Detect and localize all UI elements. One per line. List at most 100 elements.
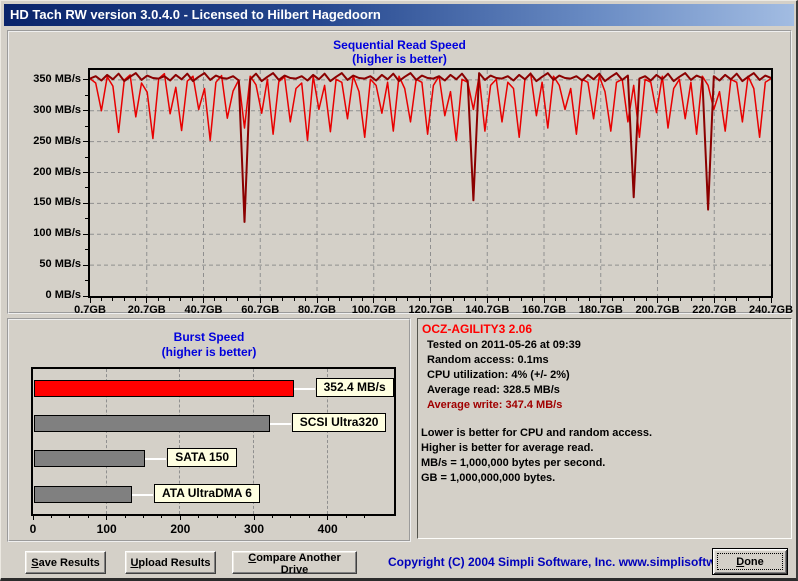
burst-x-tick [364,516,365,518]
burst-x-tick [272,516,273,518]
x-tick [680,298,681,301]
info-stat-line: Random access: 0.1ms [427,353,581,368]
y-tick-label: 50 MB/s [11,258,81,270]
x-tick [623,298,624,301]
x-tick-label: 80.7GB [287,304,347,316]
x-tick-label: 20.7GB [117,304,177,316]
bar-label-box: SATA 150 [167,448,237,467]
x-tick [759,298,760,301]
x-tick [271,298,272,301]
burst-x-tick [254,516,255,520]
bar-connector [132,494,153,496]
sequential-chart-subtitle: (higher is better) [9,52,790,66]
x-tick [407,298,408,301]
x-tick [146,298,147,303]
burst-bar-tested-drive [34,380,294,397]
y-tick [85,187,88,188]
window-title: HD Tach RW version 3.0.4.0 - Licensed to… [10,7,381,22]
x-tick [362,298,363,301]
drive-stats-list: Tested on 2011-05-26 at 09:39Random acce… [427,338,581,413]
burst-x-tick-label: 300 [234,522,274,536]
x-tick [464,298,465,301]
x-tick [180,298,181,301]
burst-x-tick-label: 0 [13,522,53,536]
x-tick-label: 160.7GB [514,304,574,316]
x-tick-label: 120.7GB [401,304,461,316]
burst-x-tick [106,516,107,520]
y-tick [85,249,88,250]
bar-label-box: 352.4 MB/s [316,378,394,397]
x-tick [668,298,669,301]
info-stat-line: Average read: 328.5 MB/s [427,383,581,398]
burst-bar-reference [34,486,132,503]
x-tick [385,298,386,301]
x-tick [736,298,737,301]
x-tick [328,298,329,301]
burst-x-tick [309,516,310,518]
y-tick [83,79,88,80]
copyright-text: Copyright (C) 2004 Simpli Software, Inc.… [388,555,762,569]
y-tick [83,203,88,204]
y-tick [83,141,88,142]
x-tick-label: 200.7GB [628,304,688,316]
x-tick [373,298,374,303]
upload-results-button[interactable]: Upload Results [125,551,216,574]
x-tick [702,298,703,301]
x-tick [612,298,613,301]
info-note-line: Higher is better for average read. [421,441,652,456]
x-tick [555,298,556,301]
x-tick [453,298,454,301]
x-tick [475,298,476,301]
x-tick [748,298,749,301]
burst-x-tick [143,516,144,518]
x-tick [589,298,590,301]
burst-speed-panel: Burst Speed (higher is better) 352.4 MB/… [7,318,411,542]
save-results-button[interactable]: Save Results [25,551,106,574]
y-tick [85,95,88,96]
x-tick-label: 240.7GB [741,304,798,316]
burst-x-tick-label: 200 [160,522,200,536]
x-tick [260,298,261,303]
info-stat-line: CPU utilization: 4% (+/- 2%) [427,368,581,383]
x-tick [192,298,193,301]
x-tick [566,298,567,301]
x-tick [509,298,510,301]
drive-info-panel: OCZ-AGILITY3 2.06 Tested on 2011-05-26 a… [417,318,792,539]
x-tick [317,298,318,303]
x-tick-label: 60.7GB [230,304,290,316]
x-tick [112,298,113,301]
y-tick-label: 100 MB/s [11,227,81,239]
y-tick [83,296,88,297]
info-stat-line: Average write: 347.4 MB/s [427,398,581,413]
x-tick [351,298,352,301]
y-tick [85,218,88,219]
x-tick [578,298,579,301]
x-tick [725,298,726,301]
y-tick [85,126,88,127]
app-window: HD Tach RW version 3.0.4.0 - Licensed to… [0,0,798,581]
x-tick [396,298,397,301]
compare-another-drive-button[interactable]: Compare Another Drive [232,551,357,574]
burst-x-tick-label: 400 [308,522,348,536]
burst-chart-title: Burst Speed [9,330,409,344]
y-tick-label: 350 MB/s [11,73,81,85]
sequential-read-panel: Sequential Read Speed (higher is better)… [7,30,792,314]
y-tick [85,280,88,281]
x-tick [294,298,295,301]
done-button-label: Done [717,553,783,570]
info-notes-list: Lower is better for CPU and random acces… [421,426,652,486]
x-tick [237,298,238,301]
x-tick [714,298,715,303]
bar-label-box: SCSI Ultra320 [292,413,387,432]
x-tick [532,298,533,301]
burst-x-tick [198,516,199,518]
done-button[interactable]: Done [712,548,788,575]
title-bar[interactable]: HD Tach RW version 3.0.4.0 - Licensed to… [4,4,794,26]
burst-x-tick [88,516,89,518]
x-tick [158,298,159,301]
x-tick [90,298,91,303]
burst-x-tick [161,516,162,518]
x-tick [135,298,136,301]
info-note-line: GB = 1,000,000,000 bytes. [421,471,652,486]
x-tick [339,298,340,301]
